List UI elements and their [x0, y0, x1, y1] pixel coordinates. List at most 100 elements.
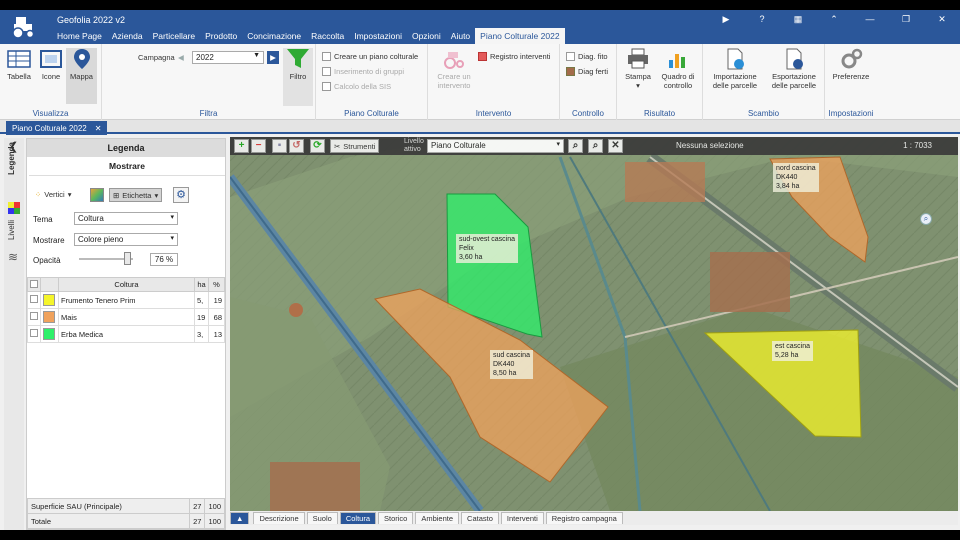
campagna-select[interactable]: 2022 ▼: [192, 51, 264, 64]
document-tab-bar: Piano Colturale 2022 ✕: [0, 120, 960, 135]
opacity-slider-thumb[interactable]: [124, 252, 131, 265]
refresh-icon[interactable]: ⟳: [310, 139, 325, 153]
esportazione-button[interactable]: Esportazione delle parcelle: [765, 48, 823, 90]
zoom-extent-icon[interactable]: ⌕: [588, 139, 603, 153]
crea-intervento-button[interactable]: Creare un intervento: [432, 48, 476, 90]
registro-interventi-button[interactable]: Registro interventi: [478, 52, 550, 61]
icone-button[interactable]: Icone: [37, 48, 65, 81]
menu-opzioni[interactable]: Opzioni: [407, 28, 446, 44]
tab-interventi[interactable]: Interventi: [500, 512, 544, 524]
doc-tab-piano-colturale[interactable]: Piano Colturale 2022 ✕: [6, 121, 108, 135]
satellite-map[interactable]: [230, 137, 958, 511]
menu-aiuto[interactable]: Aiuto: [446, 28, 475, 44]
menu-raccolta[interactable]: Raccolta: [306, 28, 349, 44]
minimize-icon[interactable]: —: [862, 14, 878, 25]
group-insert-icon: [322, 67, 331, 76]
crop-name: Frumento Tenero Prim: [58, 291, 195, 309]
registro-label: Registro interventi: [490, 52, 551, 61]
table-row[interactable]: Mais 19 68: [27, 308, 225, 326]
mostrare-select[interactable]: Colore pieno ▾: [74, 233, 178, 246]
close-tab-icon[interactable]: ✕: [95, 124, 102, 133]
row-checkbox[interactable]: [30, 329, 38, 337]
inserimento-label: Inserimento di gruppi: [334, 67, 405, 76]
settings-gear-icon[interactable]: ⚙: [173, 187, 189, 203]
filtro-button[interactable]: Filtro: [283, 48, 313, 106]
collapse-left-icon[interactable]: ❮: [9, 140, 25, 156]
mappa-button[interactable]: Mappa: [66, 48, 97, 104]
tema-select[interactable]: Coltura ▾: [74, 212, 178, 225]
screen-share-icon[interactable]: ▶: [718, 14, 734, 25]
row-checkbox[interactable]: [30, 312, 38, 320]
menu-particellare[interactable]: Particellare: [148, 28, 201, 44]
tab-registro-campagna[interactable]: Registro campagna: [545, 512, 623, 524]
expand-up-icon[interactable]: ▲: [230, 512, 250, 524]
save-icon[interactable]: ▪: [272, 139, 287, 153]
tab-suolo[interactable]: Suolo: [306, 512, 338, 524]
vertici-button[interactable]: ⁘ Vertici ▾: [35, 190, 72, 199]
layers-icon[interactable]: ≋: [8, 250, 18, 264]
tab-ambiente[interactable]: Ambiente: [415, 512, 460, 524]
prev-year-icon[interactable]: ◀: [178, 53, 184, 62]
tab-descrizione[interactable]: Descrizione: [253, 512, 305, 524]
color-palette-icon[interactable]: [90, 188, 104, 202]
legend-panel: Legenda ❮ Mostrare ⁘ Vertici ▾ ⊞ Etichetta ▾…: [9, 138, 226, 530]
swatch-header: [40, 277, 59, 292]
tab-storico[interactable]: Storico: [378, 512, 414, 524]
tabella-button[interactable]: Tabella: [5, 48, 33, 81]
ha-header[interactable]: ha: [194, 277, 209, 292]
table-row[interactable]: Frumento Tenero Prim 5, 19: [27, 291, 225, 309]
select-all-checkbox[interactable]: [30, 279, 38, 288]
menu-azienda[interactable]: Azienda: [107, 28, 148, 44]
menu-home[interactable]: Home Page: [52, 28, 107, 44]
inserimento-gruppi-button[interactable]: Inserimento di gruppi: [322, 67, 404, 76]
livello-select[interactable]: Piano Colturale ▾: [427, 139, 564, 153]
chevron-down-icon: ▾: [170, 214, 174, 221]
preferenze-button[interactable]: Preferenze: [828, 48, 874, 81]
next-year-icon[interactable]: ▶: [267, 51, 279, 64]
crop-color-swatch: [43, 311, 55, 323]
opacity-value[interactable]: 76 %: [150, 253, 178, 266]
vertici-label: Vertici: [44, 190, 65, 199]
zoom-in-icon[interactable]: ⌕: [920, 213, 932, 225]
stampa-button[interactable]: Stampa ▾: [621, 48, 655, 90]
crea-piano-button[interactable]: Creare un piano colturale: [322, 52, 418, 61]
group-impostazioni: Preferenze Impostazioni: [825, 44, 877, 120]
undo-icon[interactable]: ↺: [289, 139, 304, 153]
crea-piano-label: Creare un piano colturale: [334, 52, 419, 61]
add-icon[interactable]: +: [234, 139, 249, 153]
importazione-button[interactable]: Importazione delle parcelle: [707, 48, 763, 90]
restore-icon[interactable]: ❐: [898, 14, 914, 25]
remove-icon[interactable]: −: [251, 139, 266, 153]
coltura-header[interactable]: Coltura: [58, 277, 195, 292]
row-checkbox[interactable]: [30, 295, 38, 303]
menu-impostazioni[interactable]: Impostazioni: [349, 28, 407, 44]
close-icon[interactable]: ✕: [934, 14, 950, 25]
palette-icon[interactable]: [8, 202, 20, 214]
zoom-search-icon[interactable]: ⌕: [568, 139, 583, 153]
side-tab-livelli[interactable]: Livelli: [7, 220, 16, 240]
menu-concimazione[interactable]: Concimazione: [242, 28, 306, 44]
help-icon[interactable]: ?: [754, 14, 770, 25]
strumenti-button[interactable]: ✂ Strumenti: [330, 139, 380, 153]
strumenti-label: Strumenti: [343, 141, 376, 151]
map-view[interactable]: sud-ovest cascina Felix 3,60 ha nord cas…: [230, 137, 958, 511]
quadro-controllo-button[interactable]: Quadro di controllo: [657, 48, 699, 90]
menu-prodotto[interactable]: Prodotto: [200, 28, 242, 44]
clear-selection-icon[interactable]: ✕: [608, 139, 623, 153]
crop-color-swatch: [43, 328, 55, 340]
diag-fito-button[interactable]: Diag. fito: [566, 52, 608, 61]
diag-ferti-button[interactable]: Diag ferti: [566, 67, 608, 76]
parcel-name: nord cascina: [776, 165, 816, 172]
calculator-icon[interactable]: ▦: [790, 14, 806, 25]
menu-piano-colturale[interactable]: Piano Colturale 2022: [475, 28, 565, 44]
visualizza-group-label: Visualizza: [32, 109, 69, 118]
table-row[interactable]: Erba Medica 3, 13: [27, 325, 225, 343]
collapse-icon[interactable]: ⌃: [826, 14, 842, 25]
calcolo-sis-button[interactable]: Calcolo della SIS: [322, 82, 391, 91]
etichetta-button[interactable]: ⊞ Etichetta ▾: [109, 188, 163, 202]
tab-coltura[interactable]: Coltura: [339, 512, 376, 524]
filtra-group-label: Filtra: [199, 109, 218, 118]
legend-footer: Superficie SAU (Principale) 27 100 Total…: [26, 498, 225, 529]
pct-header[interactable]: %: [208, 277, 225, 292]
tab-catasto[interactable]: Catasto: [461, 512, 499, 524]
